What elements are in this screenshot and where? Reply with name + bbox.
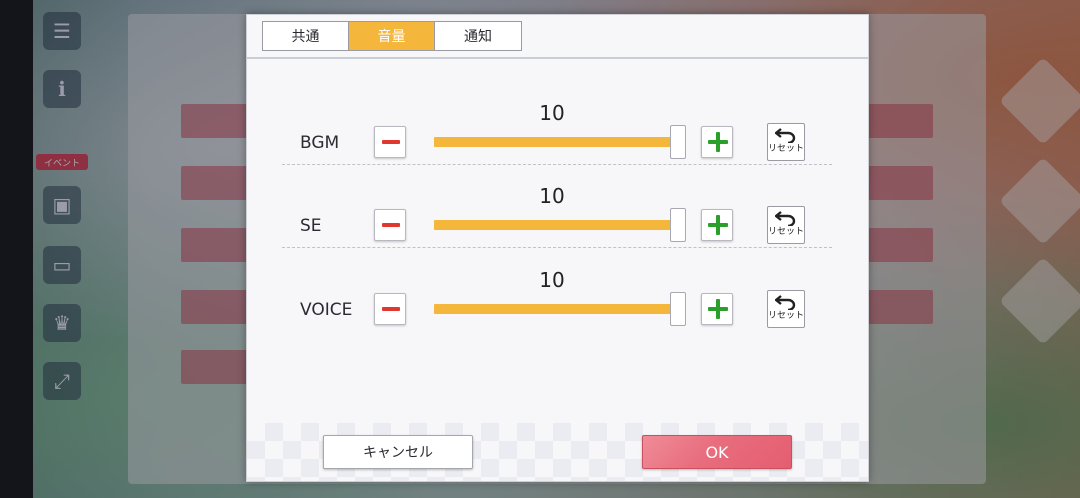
settings-dialog: 共通 音量 通知 BGM 10 リセット SE 10 リセット VOICE 10… bbox=[246, 14, 869, 482]
volume-slider-thumb[interactable] bbox=[670, 292, 686, 326]
tab-bar: 共通 音量 通知 bbox=[247, 15, 868, 59]
volume-row-bgm: BGM 10 リセット bbox=[282, 89, 832, 171]
tab-common[interactable]: 共通 bbox=[263, 22, 349, 50]
volume-row-voice: VOICE 10 リセット bbox=[282, 256, 832, 338]
minus-icon bbox=[382, 140, 400, 144]
volume-increase-button[interactable] bbox=[701, 293, 733, 325]
volume-reset-button[interactable]: リセット bbox=[767, 123, 805, 161]
reset-label: リセット bbox=[768, 144, 805, 154]
minus-icon bbox=[382, 307, 400, 311]
tab-notifications[interactable]: 通知 bbox=[435, 22, 521, 50]
minus-icon bbox=[382, 223, 400, 227]
row-divider bbox=[282, 164, 832, 165]
tab-group: 共通 音量 通知 bbox=[262, 21, 522, 51]
volume-increase-button[interactable] bbox=[701, 126, 733, 158]
tab-volume[interactable]: 音量 bbox=[349, 22, 435, 50]
ok-button[interactable]: OK bbox=[642, 435, 792, 469]
volume-slider-thumb[interactable] bbox=[670, 125, 686, 159]
volume-slider-track[interactable] bbox=[434, 137, 680, 147]
volume-slider-fill bbox=[434, 220, 680, 230]
volume-slider-track[interactable] bbox=[434, 304, 680, 314]
volume-decrease-button[interactable] bbox=[374, 293, 406, 325]
volume-increase-button[interactable] bbox=[701, 209, 733, 241]
cancel-button[interactable]: キャンセル bbox=[323, 435, 473, 469]
row-divider bbox=[282, 247, 832, 248]
volume-slider-fill bbox=[434, 304, 680, 314]
volume-label: BGM bbox=[300, 133, 340, 153]
volume-row-se: SE 10 リセット bbox=[282, 172, 832, 254]
volume-label: SE bbox=[300, 216, 322, 236]
volume-label: VOICE bbox=[300, 300, 353, 320]
volume-slider-fill bbox=[434, 137, 680, 147]
reset-label: リセット bbox=[768, 311, 805, 321]
volume-value: 10 bbox=[539, 184, 565, 208]
volume-slider-track[interactable] bbox=[434, 220, 680, 230]
volume-decrease-button[interactable] bbox=[374, 209, 406, 241]
volume-decrease-button[interactable] bbox=[374, 126, 406, 158]
volume-slider-thumb[interactable] bbox=[670, 208, 686, 242]
volume-value: 10 bbox=[539, 101, 565, 125]
volume-value: 10 bbox=[539, 268, 565, 292]
reset-label: リセット bbox=[768, 227, 805, 237]
volume-reset-button[interactable]: リセット bbox=[767, 290, 805, 328]
volume-reset-button[interactable]: リセット bbox=[767, 206, 805, 244]
